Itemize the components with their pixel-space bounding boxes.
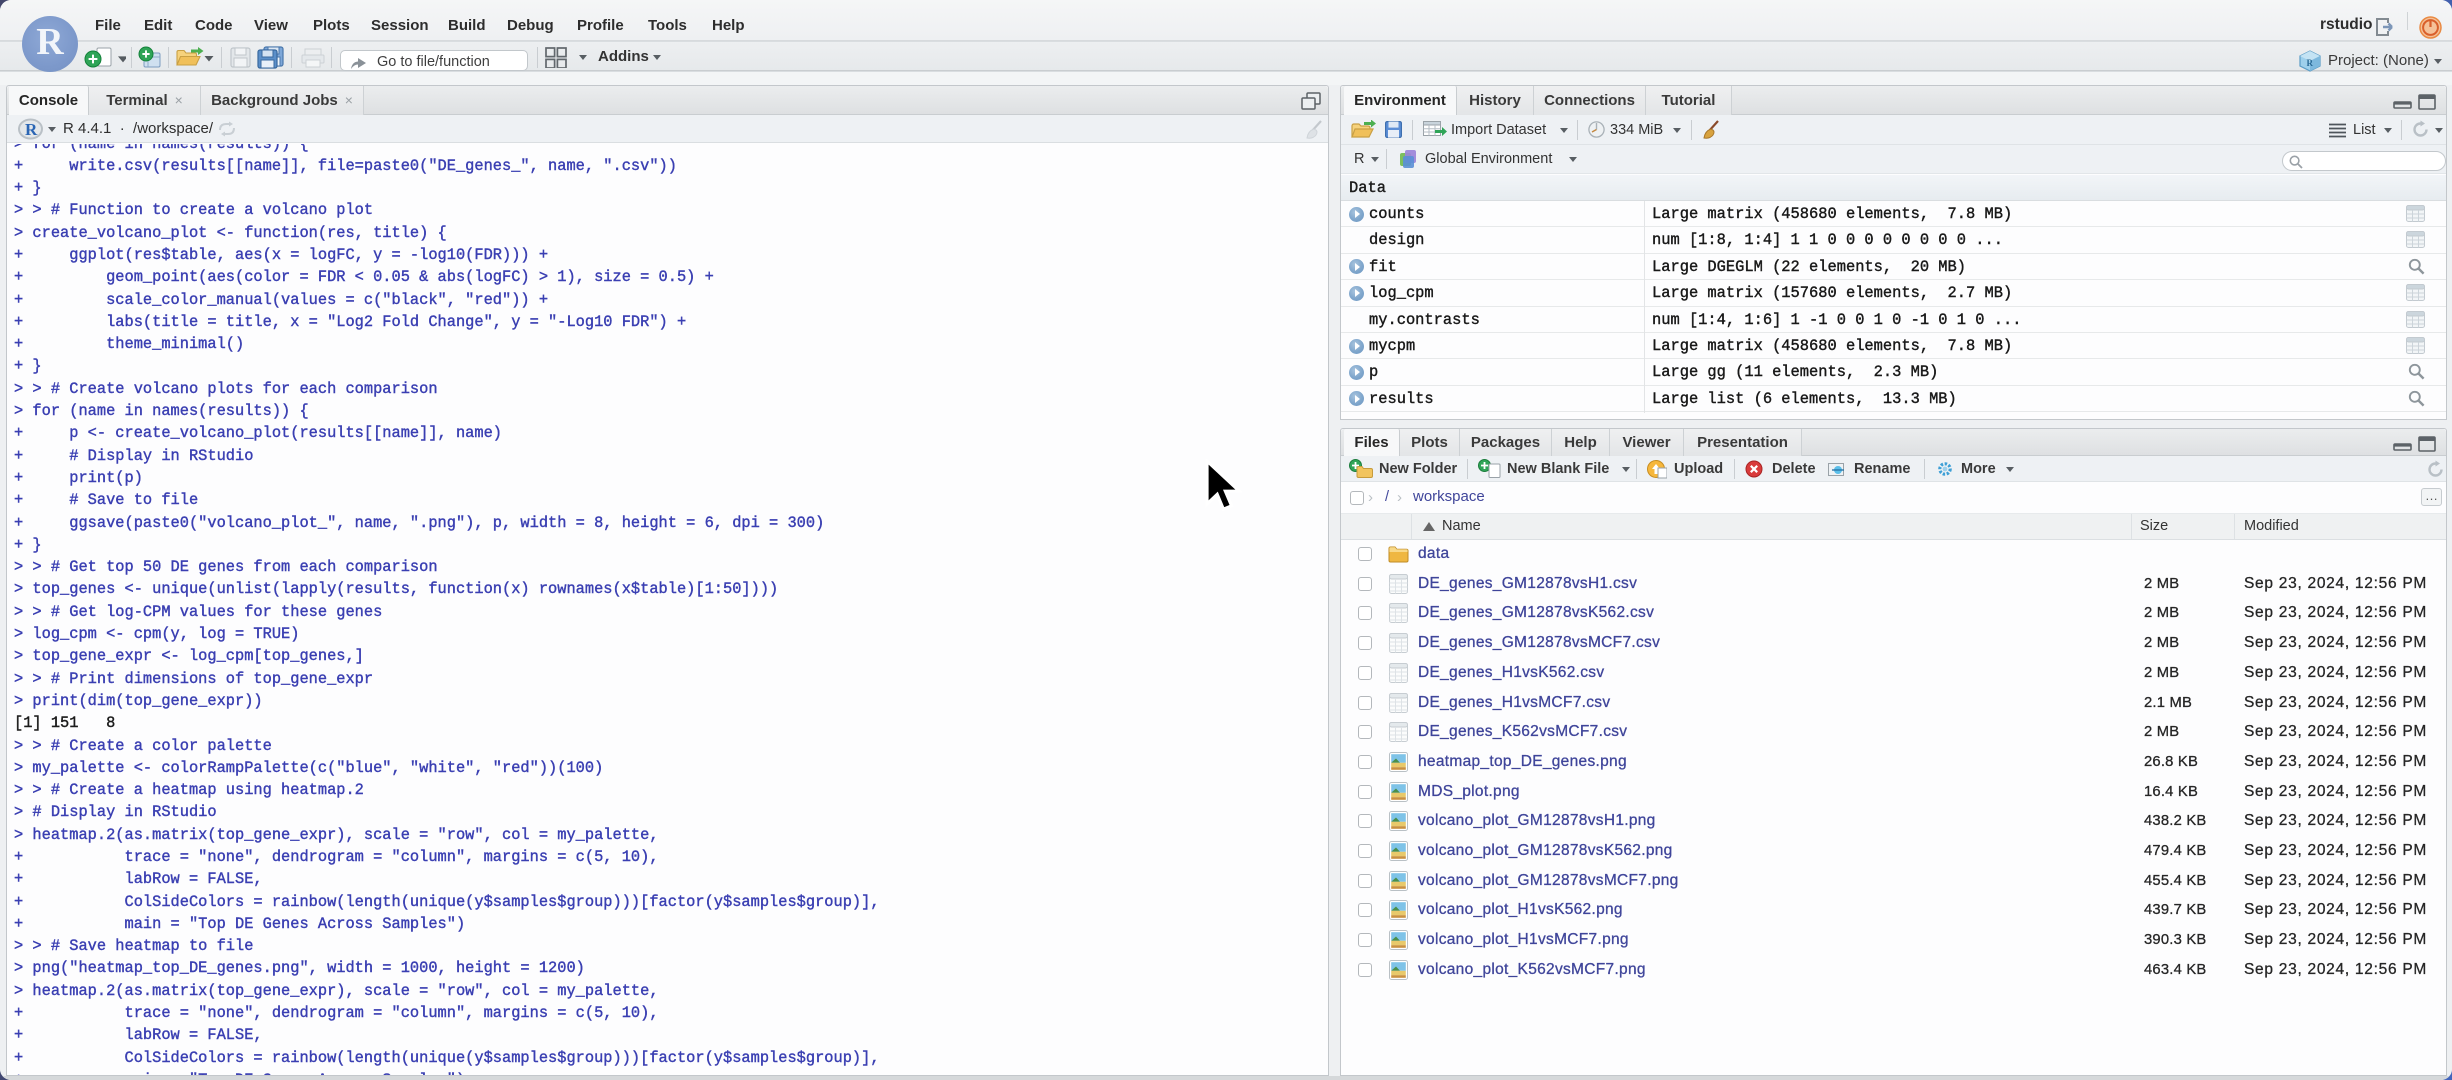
svg-text:R: R	[25, 120, 38, 139]
svg-text:R: R	[2307, 58, 2314, 68]
